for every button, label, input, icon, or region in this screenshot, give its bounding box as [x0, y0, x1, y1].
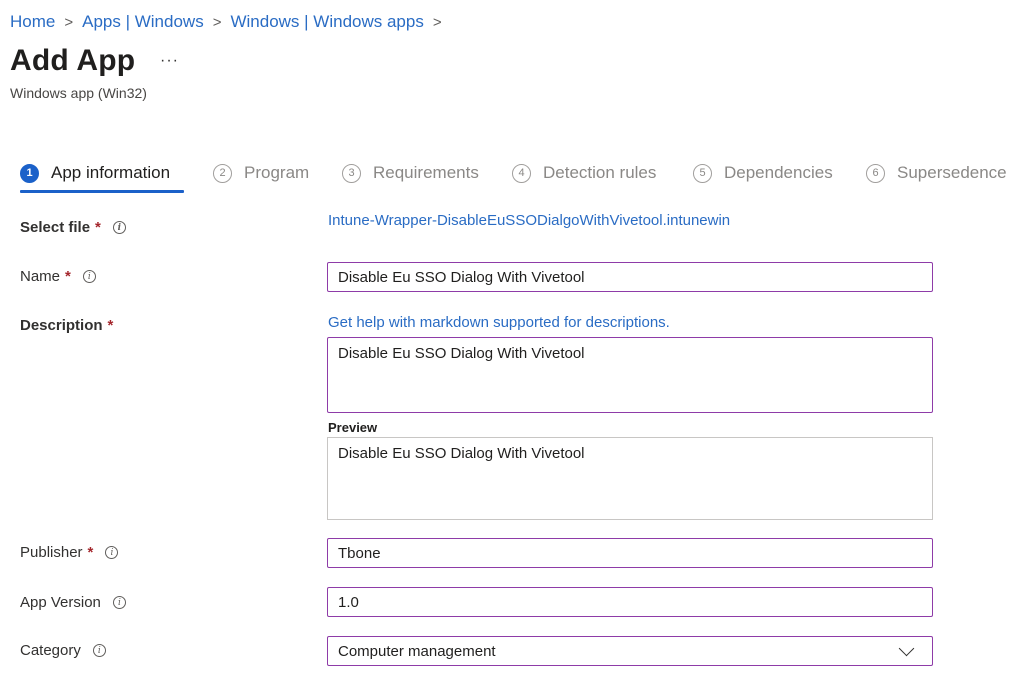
step-label: App information: [51, 163, 171, 182]
step-number-badge: 3: [342, 163, 361, 183]
publisher-label: Publisher * i: [20, 544, 119, 561]
step-label: Dependencies: [724, 163, 833, 182]
active-step-indicator: [20, 190, 184, 193]
category-selected-value: Computer management: [338, 642, 496, 660]
app-version-label: App Version i: [20, 594, 126, 611]
page-title: Add App: [10, 44, 136, 77]
app-version-label-text: App Version: [20, 594, 101, 611]
wizard-steps: 1 App information 2 Program 3 Requiremen…: [20, 160, 1020, 192]
tab-program[interactable]: 2 Program: [213, 160, 309, 186]
breadcrumb-home[interactable]: Home: [10, 12, 55, 32]
step-number-badge: 5: [693, 163, 712, 183]
category-label-text: Category: [20, 642, 81, 659]
breadcrumb: Home > Apps | Windows > Windows | Window…: [10, 12, 451, 32]
description-label-text: Description: [20, 317, 103, 334]
tab-supersedence[interactable]: 6 Supersedence: [866, 160, 1007, 186]
chevron-right-icon: >: [212, 13, 222, 31]
step-label: Supersedence: [897, 163, 1007, 182]
info-icon[interactable]: i: [112, 596, 126, 609]
description-label: Description *: [20, 317, 113, 334]
step-number-badge: 2: [213, 163, 232, 183]
required-asterisk: *: [107, 317, 114, 334]
page-subtitle: Windows app (Win32): [10, 85, 147, 101]
step-label: Detection rules: [543, 163, 657, 182]
more-options-button[interactable]: ···: [160, 52, 179, 70]
description-textarea[interactable]: Disable Eu SSO Dialog With Vivetool: [327, 337, 933, 413]
required-asterisk: *: [87, 544, 94, 561]
required-asterisk: *: [65, 268, 71, 285]
info-icon[interactable]: i: [105, 546, 119, 559]
breadcrumb-windows-apps[interactable]: Windows | Windows apps: [230, 12, 423, 32]
selected-file-link[interactable]: Intune-Wrapper-DisableEuSSODialgoWithViv…: [328, 212, 730, 229]
name-label-text: Name: [20, 268, 61, 285]
name-input[interactable]: Disable Eu SSO Dialog With Vivetool: [327, 262, 933, 292]
required-asterisk: *: [95, 219, 101, 236]
step-number-badge: 1: [20, 163, 39, 183]
breadcrumb-apps-windows[interactable]: Apps | Windows: [82, 12, 204, 32]
preview-label: Preview: [328, 420, 378, 435]
select-file-label: Select file * i: [20, 219, 126, 236]
tab-requirements[interactable]: 3 Requirements: [342, 160, 479, 186]
publisher-input[interactable]: Tbone: [327, 538, 933, 568]
tab-dependencies[interactable]: 5 Dependencies: [693, 160, 833, 186]
chevron-right-icon: >: [432, 13, 442, 31]
chevron-right-icon: >: [64, 13, 74, 31]
name-label: Name * i: [20, 268, 96, 285]
info-icon[interactable]: i: [112, 221, 126, 234]
tab-app-information[interactable]: 1 App information: [20, 160, 170, 186]
select-file-label-text: Select file: [20, 219, 91, 236]
description-preview: Disable Eu SSO Dialog With Vivetool: [327, 437, 933, 520]
app-version-input[interactable]: 1.0: [327, 587, 933, 617]
info-icon[interactable]: i: [92, 644, 106, 657]
markdown-help-link[interactable]: Get help with markdown supported for des…: [328, 314, 670, 331]
chevron-down-icon: [898, 640, 915, 656]
step-number-badge: 6: [866, 163, 885, 183]
step-label: Requirements: [373, 163, 479, 182]
step-label: Program: [244, 163, 310, 182]
publisher-label-text: Publisher: [20, 544, 83, 561]
step-number-badge: 4: [512, 163, 531, 183]
category-dropdown[interactable]: Computer management: [327, 636, 933, 666]
info-icon[interactable]: i: [82, 270, 96, 283]
tab-detection-rules[interactable]: 4 Detection rules: [512, 160, 656, 186]
category-label: Category i: [20, 642, 106, 659]
